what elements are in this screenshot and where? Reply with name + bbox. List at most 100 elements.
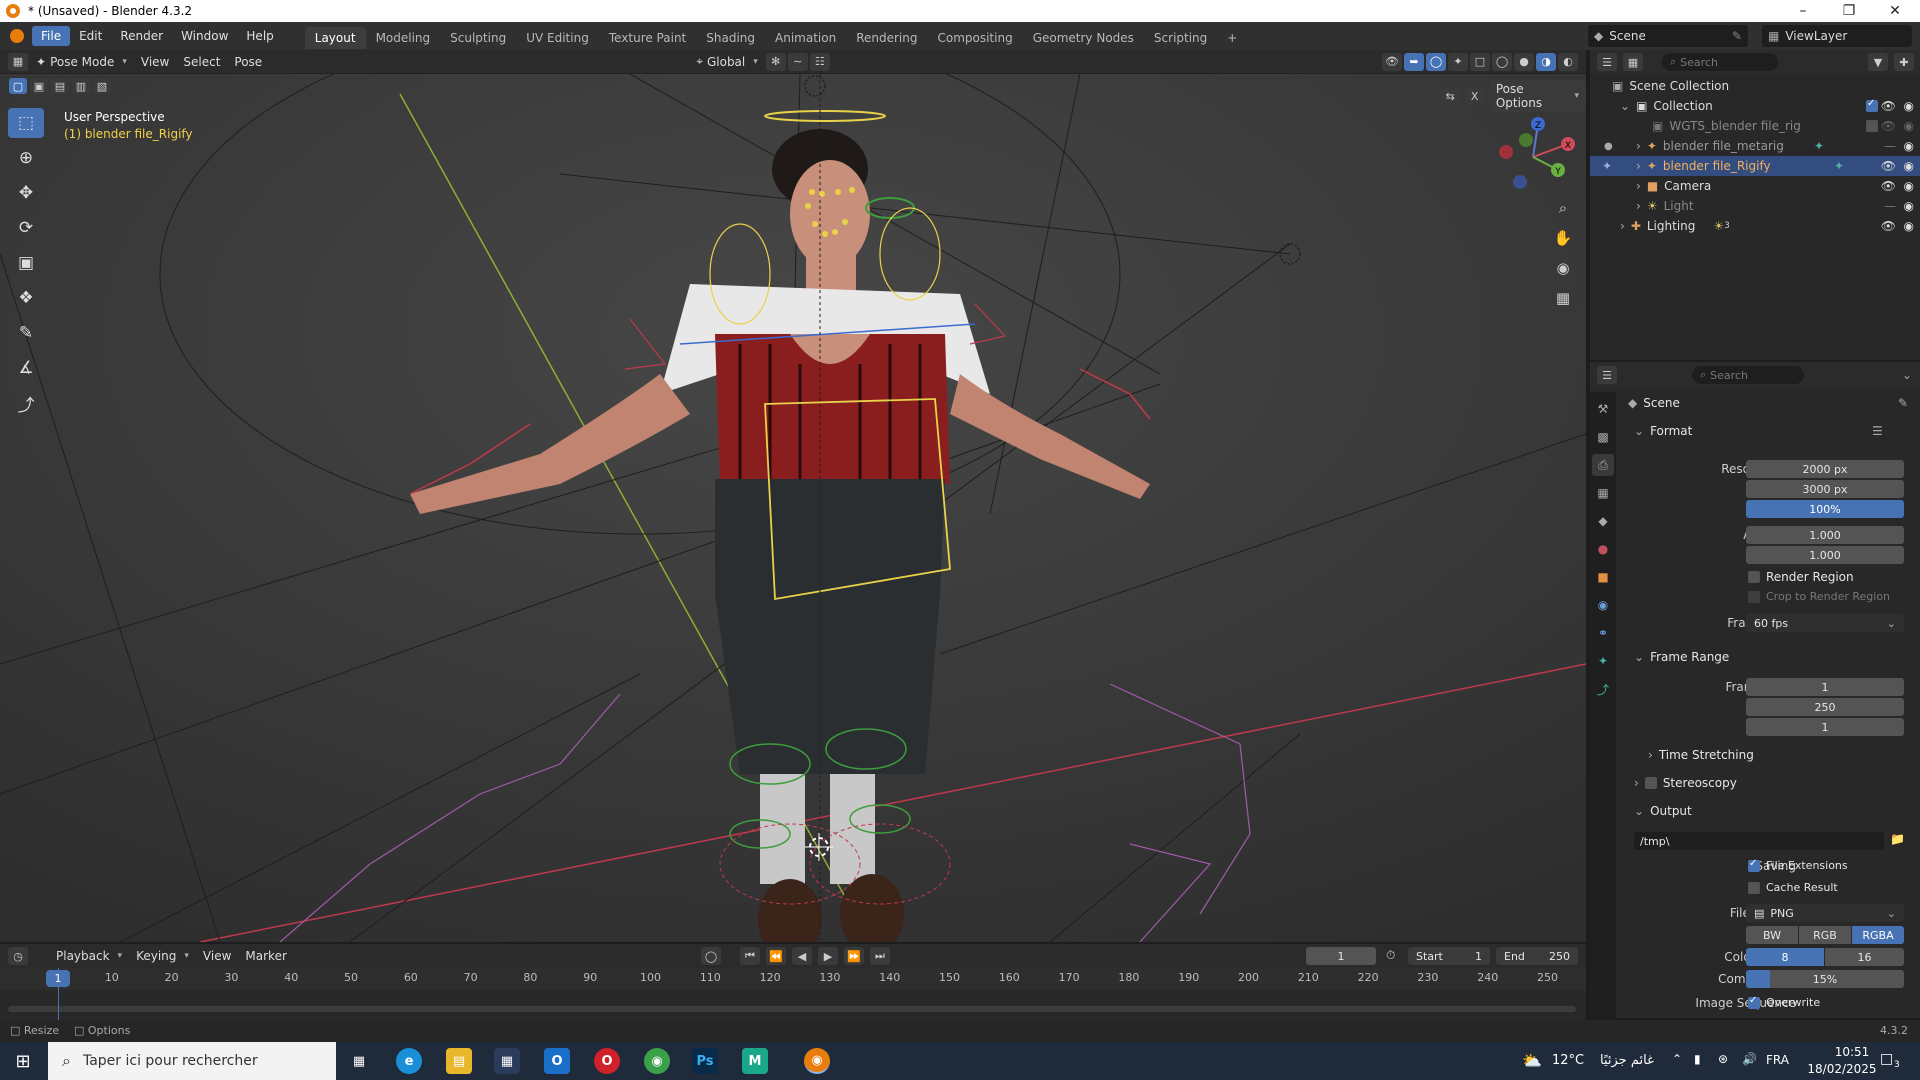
tool-tab-icon[interactable]: ⚒: [1592, 398, 1614, 420]
menu-help[interactable]: Help: [237, 26, 282, 46]
outliner-row-wgts[interactable]: ▣ WGTS_blender file_rig 👁 ◉: [1590, 116, 1920, 136]
jump-start-icon[interactable]: ⏮: [740, 947, 760, 965]
visibility-icon[interactable]: 👁: [1382, 52, 1402, 71]
xmirror-icon[interactable]: X: [1465, 87, 1484, 105]
editor-type-icon[interactable]: ▦: [8, 52, 28, 71]
chevron-right-icon[interactable]: ›: [1636, 179, 1641, 193]
time-stretching-subpanel[interactable]: › Time Stretching: [1648, 748, 1754, 762]
zoom-icon[interactable]: ⌕: [1551, 196, 1575, 220]
minimize-button[interactable]: –: [1780, 0, 1826, 22]
playhead-marker[interactable]: 1: [46, 970, 70, 987]
outliner-row-camera[interactable]: › ■ Camera 👁 ◉: [1590, 176, 1920, 196]
end-frame-field[interactable]: End 250: [1496, 947, 1578, 965]
overlay-toggle-icon[interactable]: ◯: [1426, 52, 1446, 71]
outliner-row-scene-collection[interactable]: ▣ Scene Collection: [1590, 76, 1920, 96]
perspective-toggle-icon[interactable]: ▦: [1551, 286, 1575, 310]
blender-taskbar-icon[interactable]: ◉: [804, 1048, 830, 1074]
tab-rendering[interactable]: Rendering: [846, 27, 927, 49]
physics-tab-icon[interactable]: ◉: [1592, 594, 1614, 616]
blender-menu-icon[interactable]: [10, 29, 24, 43]
outliner-row-light[interactable]: › ☀ Light — ◉: [1590, 196, 1920, 216]
color-depth-8-button[interactable]: 8: [1746, 948, 1824, 966]
rendered-shading-icon[interactable]: ◐: [1558, 52, 1578, 71]
stereoscopy-checkbox[interactable]: [1644, 777, 1657, 789]
pin-icon[interactable]: ✎: [1898, 396, 1908, 410]
eye-icon[interactable]: 👁: [1881, 99, 1896, 113]
tab-uv-editing[interactable]: UV Editing: [516, 27, 599, 49]
menu-render[interactable]: Render: [111, 26, 172, 46]
annotate-tool-icon[interactable]: ✎: [8, 318, 44, 348]
chevron-right-icon[interactable]: ›: [1636, 199, 1641, 213]
menu-pose[interactable]: Pose: [227, 53, 269, 71]
outliner-row-collection[interactable]: ⌄ ▣ Collection 👁 ◉: [1590, 96, 1920, 116]
add-workspace-button[interactable]: +: [1217, 27, 1247, 49]
outliner-row-rigify[interactable]: ✦ › ✦ blender file_Rigify ✦ 👁 ◉: [1590, 156, 1920, 176]
measure-tool-icon[interactable]: ∡: [8, 353, 44, 383]
scene-tab-icon[interactable]: ◆: [1592, 510, 1614, 532]
snap-icon[interactable]: ∼: [787, 52, 808, 71]
timeline-editor-icon[interactable]: ◷: [8, 947, 28, 965]
jump-end-icon[interactable]: ⏭: [870, 947, 890, 965]
display-mode-icon[interactable]: ▦: [1623, 53, 1643, 71]
view-layer-tab-icon[interactable]: ▦: [1592, 482, 1614, 504]
menu-select[interactable]: Select: [176, 53, 227, 71]
play-reverse-icon[interactable]: ◀: [792, 947, 812, 965]
eye-icon[interactable]: 👁: [1881, 179, 1896, 193]
material-shading-icon[interactable]: ◑: [1536, 52, 1556, 71]
chevron-up-icon[interactable]: ⌃: [1672, 1052, 1682, 1066]
pivot-icon[interactable]: ✻: [765, 52, 786, 71]
mirror-icon[interactable]: ⇆: [1441, 87, 1460, 105]
select-new-icon[interactable]: ▢: [9, 78, 27, 94]
properties-search-input[interactable]: ⌕ Search: [1692, 366, 1804, 384]
menu-file[interactable]: File: [32, 26, 71, 46]
wireframe-shading-icon[interactable]: ◯: [1492, 52, 1512, 71]
jump-keyframe-back-icon[interactable]: ⏪: [766, 947, 786, 965]
resolution-percent-field[interactable]: 100%: [1746, 500, 1904, 518]
volume-icon[interactable]: 🔊: [1742, 1052, 1757, 1066]
chevron-right-icon[interactable]: ›: [1620, 219, 1625, 233]
new-collection-icon[interactable]: ✚: [1894, 53, 1914, 71]
scale-tool-icon[interactable]: ▣: [8, 248, 44, 278]
camera-render-icon[interactable]: ◉: [1904, 159, 1914, 173]
eye-closed-icon[interactable]: —: [1884, 139, 1896, 153]
chrome-browser-icon[interactable]: ◉: [644, 1048, 670, 1074]
overwrite-checkbox[interactable]: Overwrite: [1748, 995, 1820, 1009]
menu-edit[interactable]: Edit: [70, 26, 111, 46]
stereoscopy-section-header[interactable]: › Stereoscopy: [1634, 776, 1737, 790]
color-rgb-button[interactable]: RGB: [1799, 926, 1851, 944]
navigation-gizmo[interactable]: Z X Y: [1490, 114, 1576, 200]
play-icon[interactable]: ▶: [818, 947, 838, 965]
language-indicator[interactable]: FRA: [1766, 1053, 1789, 1067]
filter-icon[interactable]: ▼: [1868, 53, 1888, 71]
taskbar-search-input[interactable]: ⌕ Taper ici pour rechercher: [48, 1042, 336, 1080]
exclude-checkbox[interactable]: [1866, 120, 1878, 132]
color-bw-button[interactable]: BW: [1746, 926, 1798, 944]
outlook-icon[interactable]: O: [544, 1048, 570, 1074]
mode-selector[interactable]: ✦ Pose Mode: [29, 53, 134, 71]
cache-result-checkbox[interactable]: Cache Result: [1748, 881, 1838, 894]
frame-end-field[interactable]: 250: [1746, 698, 1904, 716]
pan-hand-icon[interactable]: ✋: [1551, 226, 1575, 250]
xray-icon[interactable]: □: [1470, 52, 1490, 71]
photoshop-icon[interactable]: Ps: [692, 1048, 718, 1074]
solid-shading-icon[interactable]: ●: [1514, 52, 1534, 71]
chevron-down-icon[interactable]: ⌄: [1902, 368, 1912, 382]
timeline-ruler[interactable]: 10 20 30 40 50 60 70 80 90 100 110 120 130 140 150 160 1…: [0, 968, 1586, 990]
constraints-tab-icon[interactable]: ⚭: [1592, 622, 1614, 644]
tab-geometry-nodes[interactable]: Geometry Nodes: [1023, 27, 1144, 49]
menu-window[interactable]: Window: [172, 26, 237, 46]
output-path-input[interactable]: /tmp\: [1634, 832, 1884, 850]
tab-compositing[interactable]: Compositing: [927, 27, 1022, 49]
frame-step-field[interactable]: 1: [1746, 718, 1904, 736]
chevron-right-icon[interactable]: ›: [1636, 139, 1641, 153]
eye-icon[interactable]: 👁: [1881, 159, 1896, 173]
frame-start-field[interactable]: 1: [1746, 678, 1904, 696]
current-frame-field[interactable]: 1: [1306, 947, 1376, 965]
frame-rate-dropdown[interactable]: 60 fps ⌄: [1746, 614, 1904, 632]
maximize-button[interactable]: ❐: [1826, 0, 1872, 22]
menu-keying[interactable]: Keying: [129, 947, 196, 965]
notification-icon[interactable]: □: [1880, 1051, 1893, 1067]
camera-render-icon[interactable]: ◉: [1904, 179, 1914, 193]
task-view-icon[interactable]: ▦: [346, 1048, 372, 1074]
start-frame-field[interactable]: Start 1: [1408, 947, 1490, 965]
